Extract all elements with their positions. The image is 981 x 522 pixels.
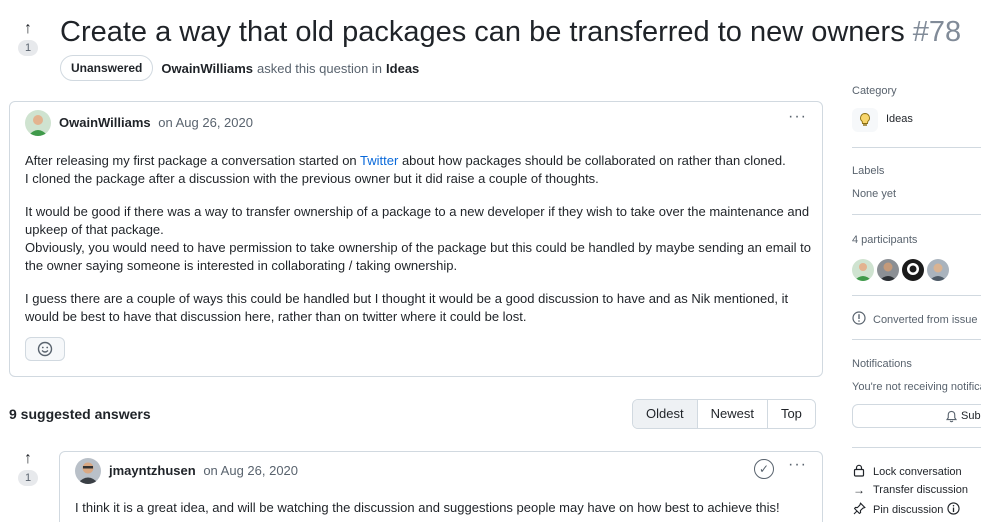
converted-from-issue[interactable]: Converted from issue	[852, 311, 978, 328]
category-value[interactable]: Ideas	[886, 113, 913, 125]
sort-top-button[interactable]: Top	[766, 400, 815, 428]
lock-icon	[852, 464, 866, 480]
arrow-right-icon: →	[853, 483, 865, 497]
post-paragraph: It would be good if there was a way to t…	[25, 204, 812, 273]
info-icon[interactable]	[947, 502, 960, 518]
category-link[interactable]: Ideas	[386, 61, 419, 76]
notifications-text: You're not receiving notifica	[852, 381, 981, 393]
labels-value: None yet	[852, 188, 897, 200]
pin-icon	[852, 502, 866, 518]
answer-upvote[interactable]: ↑ 1	[16, 450, 40, 486]
notifications-label: Notifications	[852, 358, 912, 370]
bell-icon	[945, 410, 958, 423]
subscribe-button[interactable]: Sub	[852, 404, 981, 428]
post-author-line: OwainWilliams on Aug 26, 2020	[59, 115, 253, 130]
participants-label: 4 participants	[852, 234, 918, 246]
asked-text: asked this question in	[257, 60, 383, 76]
avatar[interactable]	[25, 110, 51, 136]
lock-conversation-button[interactable]: Lock conversation	[852, 464, 962, 480]
upvote-count: 1	[17, 40, 39, 56]
kebab-horizontal-icon[interactable]: ···	[788, 108, 807, 126]
divider	[852, 147, 981, 148]
labels-label: Labels	[852, 165, 885, 177]
answers-heading: 9 suggested answers	[9, 406, 151, 422]
participant-avatar[interactable]	[927, 259, 949, 281]
smiley-icon	[37, 341, 53, 357]
twitter-link[interactable]: Twitter	[360, 153, 398, 168]
pin-discussion-button[interactable]: Pin discussion	[852, 502, 960, 518]
post-paragraph: After releasing my first package a conve…	[25, 153, 786, 186]
answer-date[interactable]: on Aug 26, 2020	[203, 463, 298, 478]
divider	[852, 214, 981, 215]
info-icon	[852, 311, 866, 328]
post-author[interactable]: OwainWilliams	[59, 115, 151, 130]
add-reaction-button[interactable]	[25, 337, 65, 361]
avatar[interactable]	[75, 458, 101, 484]
lightbulb-icon	[852, 108, 878, 132]
post-paragraph: I guess there are a couple of ways this …	[25, 291, 789, 324]
transfer-discussion-button[interactable]: → Transfer discussion	[852, 483, 968, 497]
discussion-title: Create a way that old packages can be tr…	[60, 16, 905, 48]
sort-newest-button[interactable]: Newest	[696, 400, 767, 428]
participant-avatar[interactable]	[902, 259, 924, 281]
post-date[interactable]: on Aug 26, 2020	[158, 115, 253, 130]
answer-author[interactable]: jmayntzhusen	[109, 463, 196, 478]
discussion-post: OwainWilliams on Aug 26, 2020 ··· After …	[9, 101, 823, 377]
answer-card: jmayntzhusen on Aug 26, 2020 ✓ ··· I thi…	[59, 451, 823, 522]
upvote-count: 1	[17, 470, 39, 486]
kebab-horizontal-icon[interactable]: ···	[788, 456, 807, 474]
divider	[852, 339, 981, 340]
answer-text: I think it is a great idea, and will be …	[75, 500, 780, 515]
arrow-up-icon: ↑	[24, 450, 32, 467]
mark-answer-check-icon[interactable]: ✓	[754, 459, 774, 479]
divider	[852, 447, 981, 448]
discussion-upvote[interactable]: ↑ 1	[16, 20, 40, 56]
participant-avatar[interactable]	[877, 259, 899, 281]
participant-avatar[interactable]	[852, 259, 874, 281]
post-body: After releasing my first package a conve…	[25, 152, 815, 341]
page-title: Create a way that old packages can be tr…	[60, 14, 961, 50]
subscribe-label: Sub	[961, 410, 981, 422]
category-label: Category	[852, 85, 897, 97]
discussion-number: #78	[912, 16, 962, 48]
sort-oldest-button[interactable]: Oldest	[633, 400, 697, 428]
arrow-up-icon: ↑	[24, 20, 32, 37]
divider	[852, 295, 981, 296]
discussion-meta: Unanswered OwainWilliams asked this ques…	[60, 54, 419, 82]
answer-author-line: jmayntzhusen on Aug 26, 2020	[109, 463, 298, 478]
asker-link[interactable]: OwainWilliams	[161, 61, 253, 76]
status-badge: Unanswered	[60, 55, 154, 81]
answer-sort-group: Oldest Newest Top	[632, 399, 816, 429]
